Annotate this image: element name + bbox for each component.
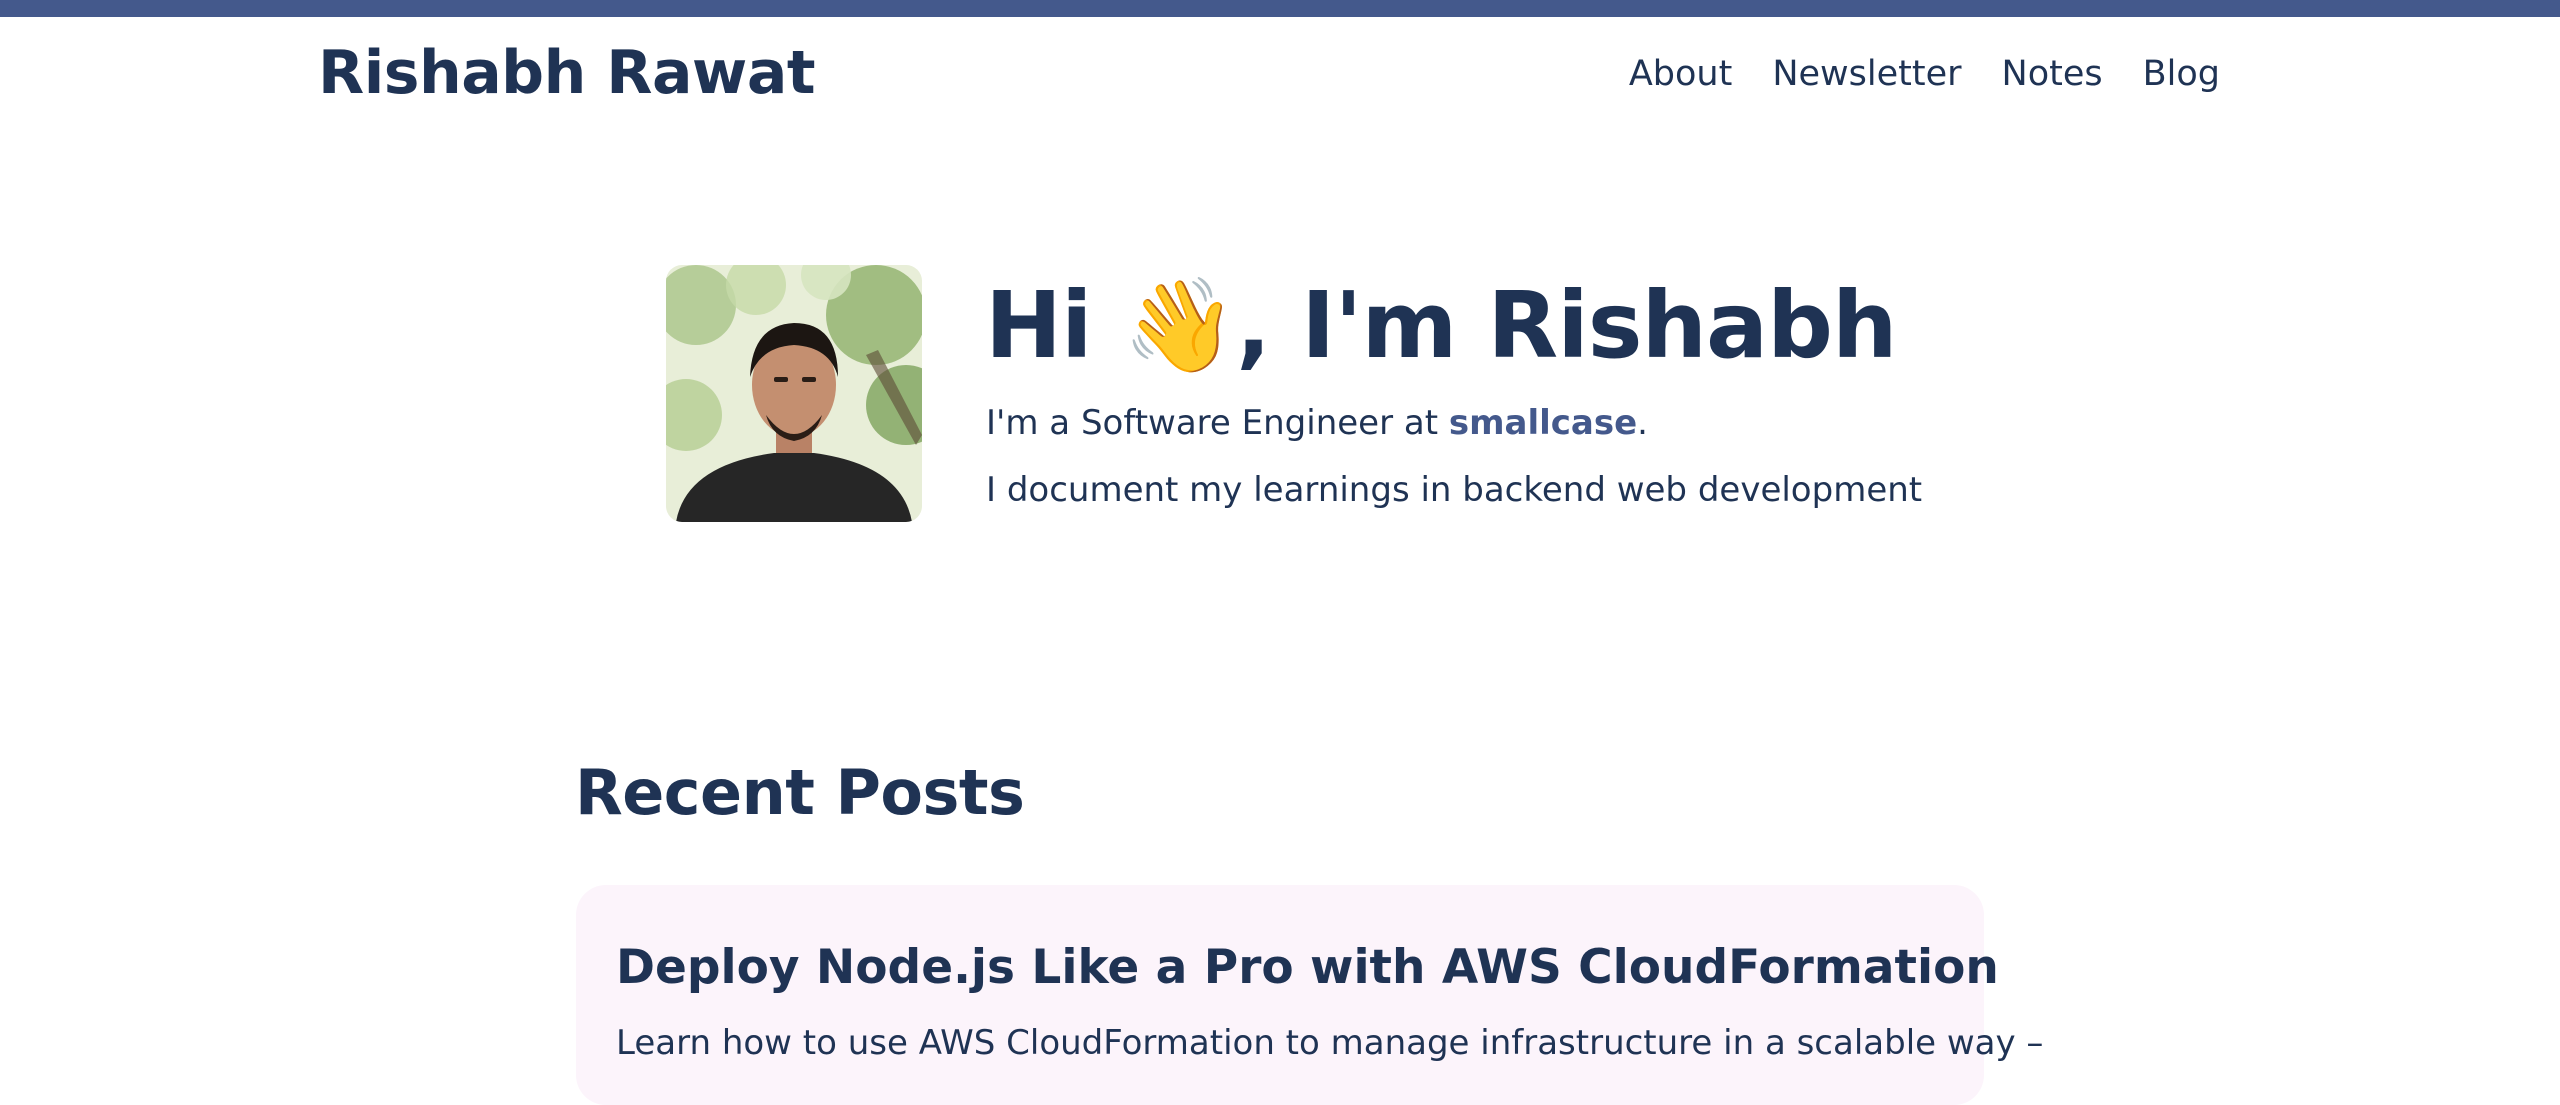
recent-posts-heading: Recent Posts xyxy=(575,756,1025,829)
site-title[interactable]: Rishabh Rawat xyxy=(318,38,816,108)
hero-tagline: I document my learnings in backend web d… xyxy=(986,470,1923,510)
hero-intro: I'm a Software Engineer at smallcase. xyxy=(986,403,1648,443)
nav-about-link[interactable]: About xyxy=(1629,54,1732,94)
nav-blog-link[interactable]: Blog xyxy=(2143,54,2220,94)
post-excerpt: Learn how to use AWS CloudFormation to m… xyxy=(616,1023,2044,1063)
main-nav: About Newsletter Notes Blog xyxy=(1629,54,2220,94)
post-card[interactable]: Deploy Node.js Like a Pro with AWS Cloud… xyxy=(576,885,2043,1105)
avatar xyxy=(666,265,922,522)
hero-intro-suffix: . xyxy=(1637,403,1648,443)
hero-title: Hi 👋, I'm Rishabh xyxy=(985,272,1897,379)
nav-newsletter-link[interactable]: Newsletter xyxy=(1772,54,1961,94)
hero-intro-prefix: I'm a Software Engineer at xyxy=(986,403,1449,443)
avatar-photo xyxy=(666,265,922,522)
post-title[interactable]: Deploy Node.js Like a Pro with AWS Cloud… xyxy=(616,940,1999,995)
smallcase-link[interactable]: smallcase xyxy=(1449,403,1637,443)
nav-notes-link[interactable]: Notes xyxy=(2002,54,2103,94)
top-accent-bar xyxy=(0,0,2560,17)
